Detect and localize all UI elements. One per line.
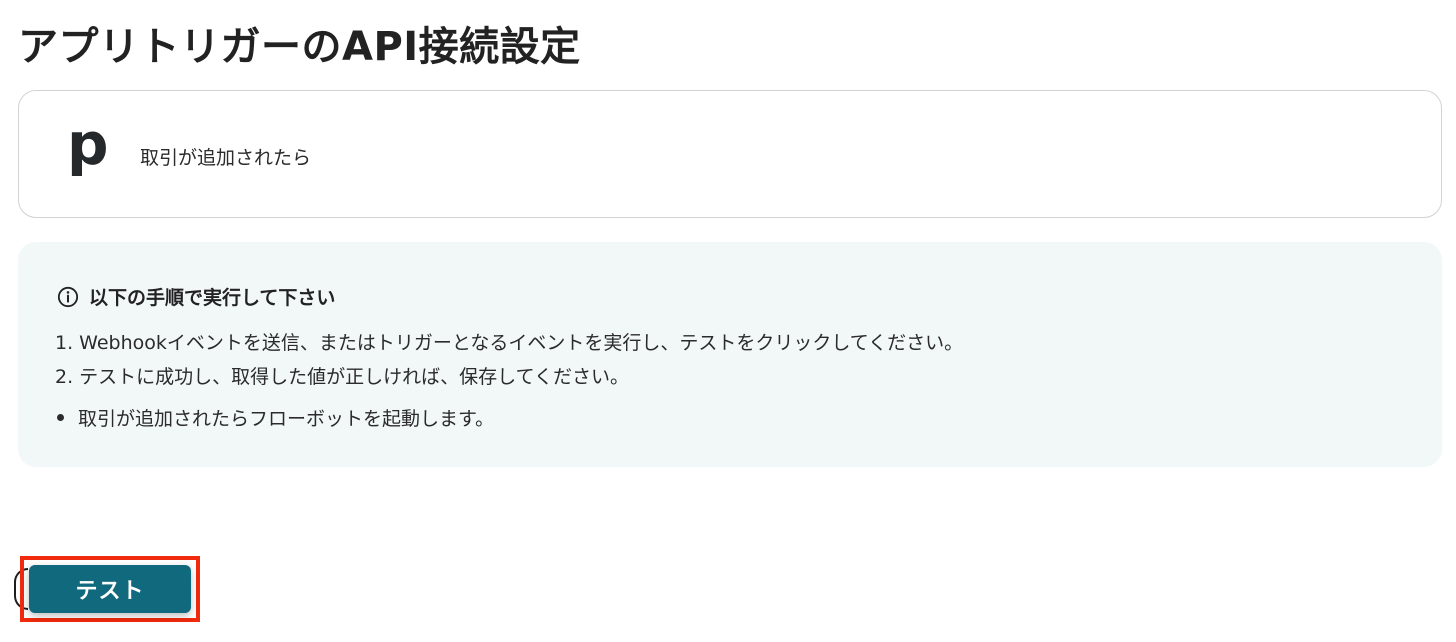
- instruction-bullet-text: 取引が追加されたらフローボットを起動します。: [78, 408, 495, 430]
- instructions-box: 以下の手順で実行して下さい 1. Webhookイベントを送信、またはトリガーと…: [18, 242, 1442, 467]
- page: アプリトリガーのAPI接続設定 p 取引が追加されたら 以下の手順で実行して下さ…: [0, 0, 1456, 642]
- test-button[interactable]: テスト: [29, 565, 191, 613]
- instructions-heading: 以下の手順で実行して下さい: [57, 283, 335, 310]
- instruction-step: 2. テストに成功し、取得した値が正しければ、保存してください。: [55, 366, 630, 388]
- bullet-dot-icon: [57, 414, 64, 421]
- pipedrive-logo-icon: p: [67, 110, 109, 178]
- trigger-label: 取引が追加されたら: [140, 147, 312, 169]
- info-circle-icon: [57, 286, 79, 307]
- instructions-heading-text: 以下の手順で実行して下さい: [89, 287, 336, 309]
- page-title: アプリトリガーのAPI接続設定: [18, 24, 581, 70]
- instruction-step: 1. Webhookイベントを送信、またはトリガーとなるイベントを実行し、テスト…: [55, 332, 964, 354]
- trigger-card: p 取引が追加されたら: [18, 90, 1442, 218]
- instruction-bullet: 取引が追加されたらフローボットを起動します。: [55, 404, 494, 431]
